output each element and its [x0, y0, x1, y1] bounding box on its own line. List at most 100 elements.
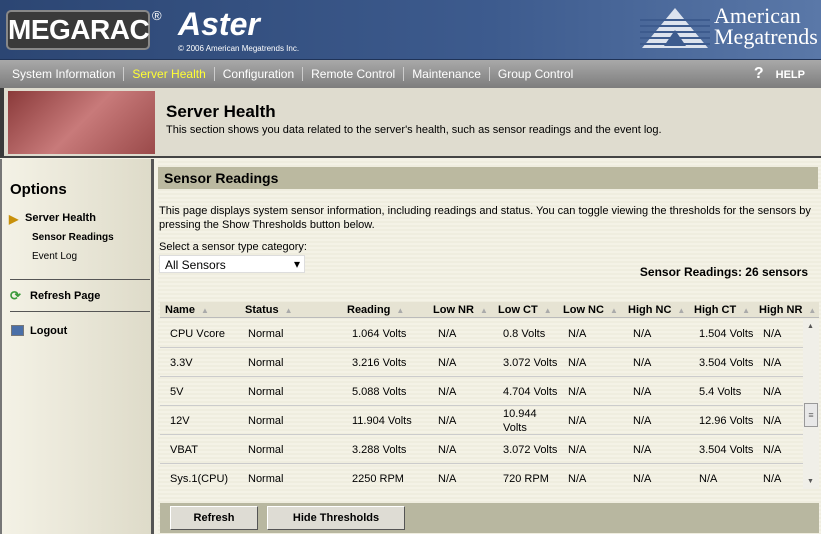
sort-icon: ▲ [479, 306, 488, 315]
refresh-icon: ⟳ [10, 288, 21, 303]
product-name: Aster [178, 6, 260, 42]
help-button[interactable]: ? HELP [754, 65, 805, 83]
column-label: Name [165, 304, 195, 316]
table-row[interactable]: Sys.1(CPU) Normal 2250 RPM N/A 720 RPM N/A N/A… [160, 464, 803, 489]
table-cell: N/A [763, 356, 782, 369]
table-cell: N/A [568, 327, 587, 340]
table-cell: Normal [248, 443, 284, 456]
sidebar-sensor-readings[interactable]: Sensor Readings [32, 232, 114, 243]
table-row[interactable]: CPU Vcore Normal 1.064 Volts N/A 0.8 Volts N/… [160, 319, 803, 348]
nav-remote-control[interactable]: Remote Control [303, 67, 405, 81]
table-cell: 3.288 Volts [352, 443, 407, 456]
table-cell: N/A [568, 414, 587, 427]
sidebar: Options ▶ Server Health Sensor Readings … [0, 159, 154, 534]
table-cell: N/A [763, 385, 782, 398]
table-cell: 12.96 Volts [699, 414, 754, 427]
column-label: High CT [694, 304, 737, 316]
table-cell: Normal [248, 356, 284, 369]
section-title: Server Health [166, 102, 276, 121]
sensor-type-select[interactable]: All Sensors [159, 255, 305, 273]
table-cell: N/A [438, 414, 457, 427]
sidebar-server-health[interactable]: Server Health [25, 212, 96, 224]
column-header[interactable]: Low NC ▲ [563, 304, 618, 316]
divider [10, 311, 150, 312]
column-header[interactable]: High NC ▲ [628, 304, 685, 316]
table-cell: 4.704 Volts [503, 385, 558, 398]
logout-link[interactable]: Logout [30, 325, 67, 337]
table-cell: N/A [763, 472, 782, 485]
table-row[interactable]: 5V Normal 5.088 Volts N/A 4.704 Volts N/A N/A 5… [160, 377, 803, 406]
select-label: Select a sensor type category: [159, 241, 307, 253]
sort-icon: ▲ [543, 306, 552, 315]
sort-icon: ▲ [808, 306, 817, 315]
scrollbar[interactable]: ▲ ≡ ▼ [803, 319, 819, 489]
nav-group-control[interactable]: Group Control [490, 67, 581, 81]
section-banner: Server Health This section shows you dat… [0, 88, 821, 158]
company-line1: American [714, 3, 801, 28]
column-label: High NR [759, 304, 803, 316]
options-title: Options [10, 181, 67, 198]
sort-icon: ▲ [200, 306, 209, 315]
table-cell: N/A [568, 385, 587, 398]
header: MEGARAC ® Aster © 2006 American Megatren… [0, 0, 821, 60]
table-row[interactable]: VBAT Normal 3.288 Volts N/A 3.072 Volts N/A N/… [160, 435, 803, 464]
column-header[interactable]: Low NR ▲ [433, 304, 488, 316]
column-header[interactable]: Low CT ▲ [498, 304, 552, 316]
company-name: American Megatrends [714, 3, 818, 48]
scroll-thumb[interactable]: ≡ [804, 403, 818, 427]
table-cell: N/A [633, 443, 652, 456]
scroll-up-icon[interactable]: ▲ [807, 323, 814, 330]
nav-system-information[interactable]: System Information [4, 67, 125, 81]
column-header[interactable]: High NR ▲ [759, 304, 816, 316]
table-cell: 3.216 Volts [352, 356, 407, 369]
table-cell: N/A [568, 443, 587, 456]
table-cell: 720 RPM [503, 472, 549, 485]
table-cell: 10.944 Volts [503, 407, 537, 434]
column-header[interactable]: Reading ▲ [347, 304, 404, 316]
table-cell: N/A [633, 385, 652, 398]
sort-icon: ▲ [609, 306, 618, 315]
refresh-button[interactable]: Refresh [170, 506, 258, 530]
column-label: Status [245, 304, 279, 316]
table-cell: 5.4 Volts [699, 385, 742, 398]
scroll-down-icon[interactable]: ▼ [807, 478, 814, 485]
table-cell: 3.3V [170, 356, 193, 369]
table-cell: N/A [568, 356, 587, 369]
table-row[interactable]: 3.3V Normal 3.216 Volts N/A 3.072 Volts N/A N/… [160, 348, 803, 377]
table-cell: 2250 RPM [352, 472, 404, 485]
table-cell: Normal [248, 414, 284, 427]
table-cell: N/A [699, 472, 718, 485]
copyright: © 2006 American Megatrends Inc. [178, 44, 300, 53]
table-cell: 3.072 Volts [503, 356, 558, 369]
table-cell: 5.088 Volts [352, 385, 407, 398]
column-label: Reading [347, 304, 391, 316]
column-header[interactable]: Status ▲ [245, 304, 293, 316]
table-cell: 11.904 Volts [352, 414, 412, 427]
panel-desc: This page displays system sensor informa… [159, 205, 811, 231]
help-icon: ? [753, 65, 764, 82]
table-cell: N/A [763, 327, 782, 340]
table-cell: N/A [633, 414, 652, 427]
column-label: Low CT [498, 304, 538, 316]
column-header[interactable]: High CT ▲ [694, 304, 750, 316]
table-cell: N/A [633, 327, 652, 340]
table-cell: Normal [248, 385, 284, 398]
sort-icon: ▲ [742, 306, 751, 315]
sidebar-event-log[interactable]: Event Log [32, 251, 77, 262]
hide-thresholds-button[interactable]: Hide Thresholds [267, 506, 405, 530]
table-cell: 5V [170, 385, 184, 398]
refresh-page-link[interactable]: Refresh Page [30, 290, 100, 302]
arrow-icon: ▶ [9, 212, 19, 226]
panel-title: Sensor Readings [158, 167, 818, 189]
nav-maintenance[interactable]: Maintenance [404, 67, 490, 81]
megarac-logo: MEGARAC [6, 10, 150, 50]
column-label: Low NC [563, 304, 604, 316]
sensor-count: Sensor Readings: 26 sensors [639, 265, 808, 279]
multimeter-image [8, 91, 155, 154]
column-label: High NC [628, 304, 672, 316]
column-header[interactable]: Name ▲ [165, 304, 209, 316]
table-row[interactable]: 12V Normal 11.904 Volts N/A 10.944 Volts N/A N… [160, 406, 803, 435]
table-cell: N/A [438, 356, 457, 369]
nav-server-health[interactable]: Server Health [124, 67, 215, 81]
nav-configuration[interactable]: Configuration [215, 67, 304, 81]
